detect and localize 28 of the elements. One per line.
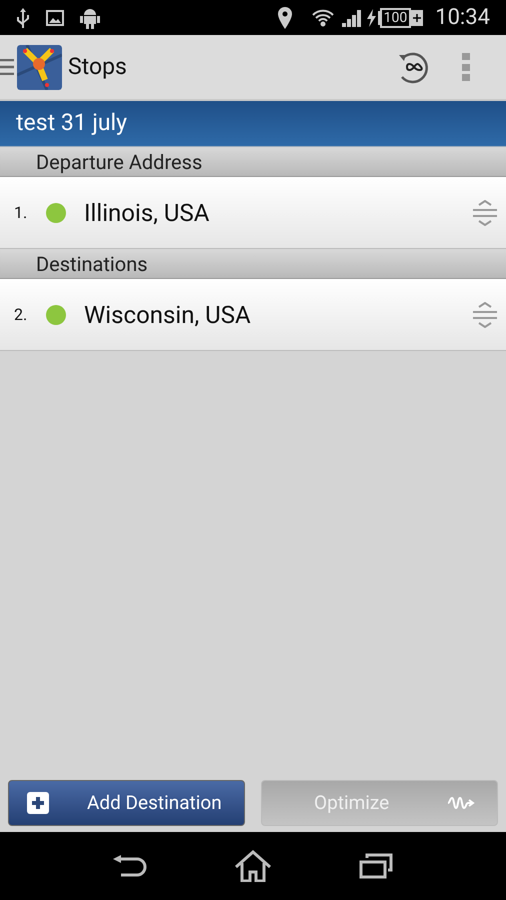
drawer-menu-icon[interactable] — [0, 59, 14, 75]
stop-row[interactable]: 2. Wisconsin, USA — [0, 279, 506, 351]
stop-address: Wisconsin, USA — [84, 300, 252, 330]
section-header: Destinations — [0, 249, 506, 279]
add-destination-button[interactable]: Add Destination — [8, 780, 245, 826]
stop-address: Illinois, USA — [84, 198, 210, 228]
stop-number: 1. — [14, 202, 28, 224]
route-wave-icon — [447, 796, 475, 810]
drag-handle-icon[interactable] — [472, 200, 498, 226]
plus-icon — [27, 792, 49, 814]
charging-icon — [366, 8, 376, 26]
android-icon — [80, 6, 100, 28]
signal-icon — [342, 8, 362, 26]
usb-icon — [16, 8, 30, 28]
section-header: Departure Address — [0, 147, 506, 177]
stop-row[interactable]: 1. Illinois, USA — [0, 177, 506, 249]
recent-apps-icon[interactable] — [358, 853, 393, 879]
clock-time: 10:34 — [435, 4, 490, 32]
location-pin-icon — [278, 6, 292, 28]
screen-title: Stops — [68, 52, 127, 82]
wifi-icon — [312, 8, 334, 28]
image-icon — [46, 10, 64, 26]
drag-handle-icon[interactable] — [472, 302, 498, 328]
home-icon[interactable] — [234, 850, 272, 882]
route-title: test 31 july — [16, 108, 128, 138]
back-icon[interactable] — [113, 855, 148, 877]
app-logo-icon[interactable] — [17, 44, 62, 90]
stop-number: 2. — [14, 304, 28, 326]
